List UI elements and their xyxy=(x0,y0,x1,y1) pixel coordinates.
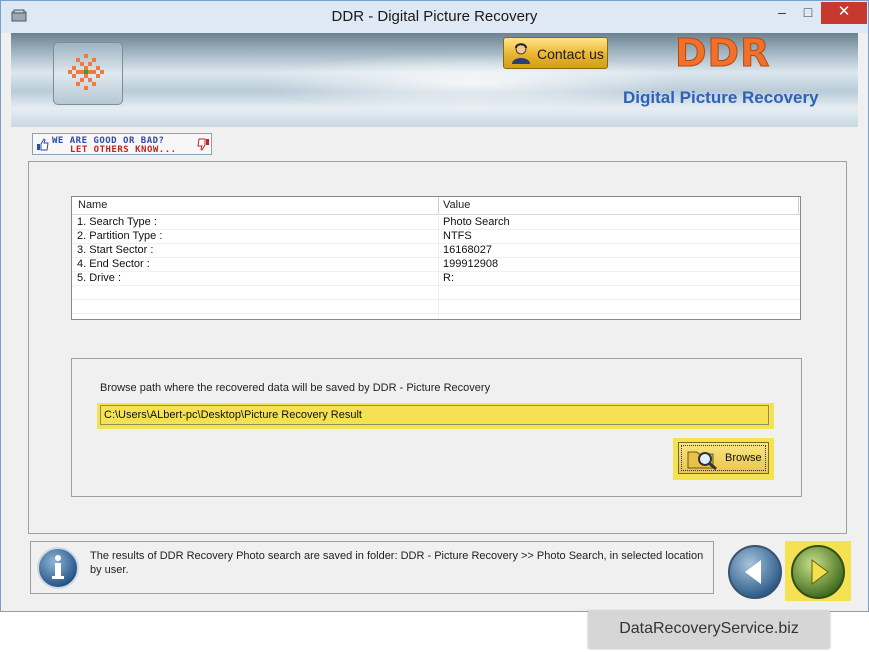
website-label: DataRecoveryService.biz xyxy=(619,620,799,637)
maximize-button[interactable]: □ xyxy=(795,2,821,24)
table-row[interactable]: 5. Drive : R: xyxy=(72,271,800,286)
thumbs-down-icon xyxy=(197,138,209,151)
table-row[interactable]: 2. Partition Type : NTFS xyxy=(72,229,800,244)
path-field-highlight xyxy=(97,403,774,429)
app-window: DDR - Digital Picture Recovery – □ ✕ Con… xyxy=(0,0,869,612)
save-path-input[interactable] xyxy=(100,405,769,425)
folder-search-icon xyxy=(687,451,717,470)
row-name: 5. Drive : xyxy=(77,272,122,284)
table-row[interactable]: 1. Search Type : Photo Search xyxy=(72,215,800,230)
table-row[interactable]: 3. Start Sector : 16168027 xyxy=(72,243,800,258)
browse-label: Browse xyxy=(725,452,762,464)
header-banner: Contact us DDR Digital Picture Recovery xyxy=(11,33,858,127)
website-badge[interactable]: DataRecoveryService.biz xyxy=(588,610,830,648)
row-value: NTFS xyxy=(443,230,472,242)
product-subtitle: Digital Picture Recovery xyxy=(623,88,819,107)
row-value: 199912908 xyxy=(443,258,499,270)
row-value: R: xyxy=(443,272,454,284)
column-header-name[interactable]: Name xyxy=(78,199,107,211)
support-person-icon xyxy=(512,43,530,64)
status-message: The results of DDR Recovery Photo search… xyxy=(90,550,704,576)
info-icon xyxy=(37,547,79,589)
thumbs-up-icon xyxy=(37,138,49,151)
row-value: Photo Search xyxy=(443,216,510,228)
app-logo xyxy=(53,42,123,105)
window-title: DDR - Digital Picture Recovery xyxy=(331,8,538,25)
back-button[interactable] xyxy=(727,544,783,600)
minimize-button[interactable]: – xyxy=(769,2,795,24)
rate-us-line2: LET OTHERS KNOW... xyxy=(70,145,177,155)
row-name: 1. Search Type : xyxy=(77,216,157,228)
row-name: 4. End Sector : xyxy=(77,258,150,270)
brand-logo-text: DDR xyxy=(674,33,771,76)
table-header: Name Value xyxy=(72,197,800,215)
table-row-empty xyxy=(72,285,800,300)
title-bar: DDR - Digital Picture Recovery – □ ✕ xyxy=(1,1,868,33)
table-row[interactable]: 4. End Sector : 199912908 xyxy=(72,257,800,272)
rate-us-badge[interactable]: WE ARE GOOD OR BAD? LET OTHERS KNOW... xyxy=(32,133,212,155)
browse-instruction-label: Browse path where the recovered data wil… xyxy=(100,382,491,394)
summary-table: Name Value 1. Search Type : Photo Search… xyxy=(71,196,801,320)
browse-button-highlight: Browse xyxy=(673,438,774,480)
next-button[interactable] xyxy=(790,544,846,600)
contact-us-label: Contact us xyxy=(537,46,604,62)
column-header-value[interactable]: Value xyxy=(443,199,470,211)
row-value: 16168027 xyxy=(443,244,492,256)
row-name: 3. Start Sector : xyxy=(77,244,154,256)
close-button[interactable]: ✕ xyxy=(821,2,867,24)
next-button-highlight xyxy=(785,541,851,601)
row-name: 2. Partition Type : xyxy=(77,230,163,242)
contact-us-button[interactable]: Contact us xyxy=(503,37,608,69)
checker-logo-icon xyxy=(68,54,104,90)
browse-button[interactable]: Browse xyxy=(678,442,769,474)
table-row-empty xyxy=(72,299,800,314)
